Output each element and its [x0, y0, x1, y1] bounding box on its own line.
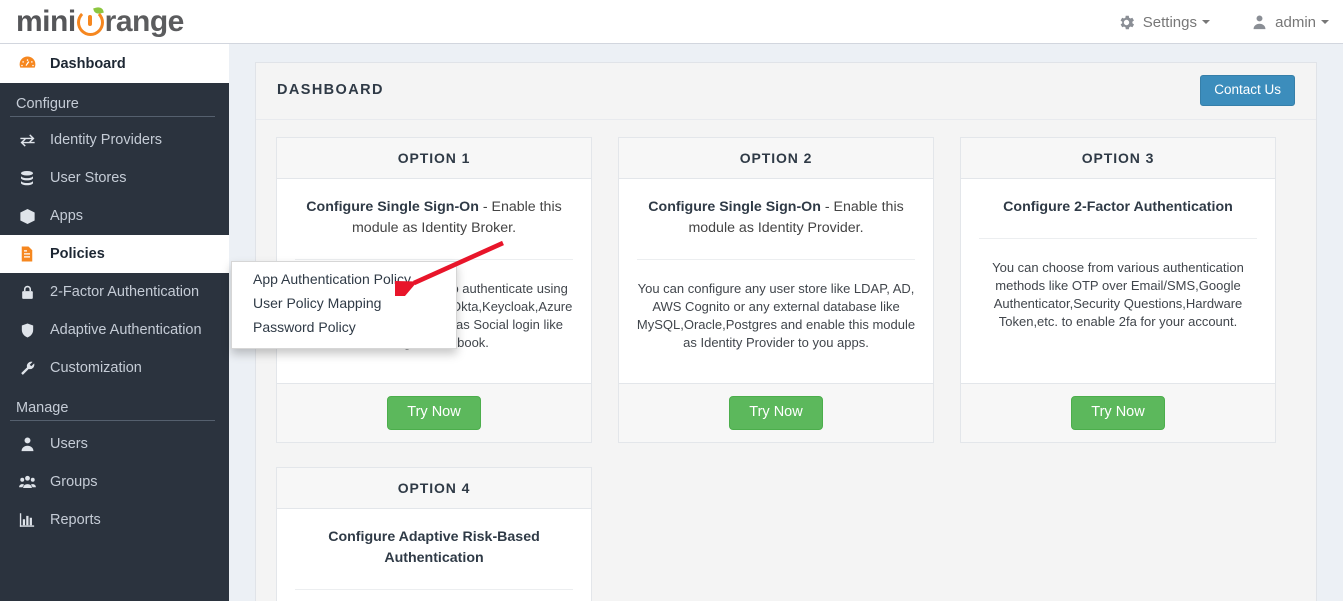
- card-footer: Try Now: [961, 383, 1275, 442]
- sidebar-divider: [10, 420, 215, 421]
- sidebar-item-groups[interactable]: Groups: [0, 463, 229, 501]
- sidebar-item-policies[interactable]: Policies: [0, 235, 229, 273]
- sidebar-section-manage: Manage: [0, 387, 229, 420]
- people-group-icon: [14, 473, 40, 491]
- sidebar-item-user-stores[interactable]: User Stores: [0, 159, 229, 197]
- cube-icon: [14, 207, 40, 226]
- settings-menu[interactable]: Settings: [1117, 0, 1210, 44]
- page-title: DASHBOARD: [277, 82, 384, 98]
- card-title-bold: Configure Single Sign-On: [306, 199, 479, 215]
- option-card: OPTION 2 Configure Single Sign-On - Enab…: [618, 137, 934, 443]
- try-now-button[interactable]: Try Now: [729, 396, 822, 430]
- sidebar-item-label: Customization: [50, 360, 142, 376]
- user-avatar-icon: [1251, 13, 1268, 31]
- menu-item-password-policy[interactable]: Password Policy: [232, 315, 456, 339]
- shield-icon: [14, 321, 40, 340]
- menu-item-app-authentication-policy[interactable]: App Authentication Policy: [232, 267, 456, 291]
- try-now-button[interactable]: Try Now: [1071, 396, 1164, 430]
- user-menu[interactable]: admin: [1251, 0, 1329, 44]
- exchange-arrows-icon: [14, 131, 40, 150]
- card-divider: [979, 238, 1257, 239]
- chevron-down-icon: [1321, 20, 1329, 24]
- sidebar-item-identity-providers[interactable]: Identity Providers: [0, 121, 229, 159]
- sidebar-item-label: 2-Factor Authentication: [50, 284, 199, 300]
- contact-us-button[interactable]: Contact Us: [1200, 75, 1295, 106]
- top-header-bar: mini range Settings admin: [0, 0, 1343, 44]
- sidebar-item-dashboard[interactable]: Dashboard: [0, 44, 229, 83]
- card-title: Configure Adaptive Risk-Based Authentica…: [293, 527, 575, 569]
- card-description: You can choose from various authenticati…: [977, 259, 1259, 331]
- card-footer: Try Now: [277, 383, 591, 442]
- card-divider: [295, 589, 573, 590]
- card-body: Configure 2-Factor Authentication You ca…: [961, 179, 1275, 383]
- sidebar-item-label: User Stores: [50, 170, 127, 186]
- sidebar-item-label: Identity Providers: [50, 132, 162, 148]
- database-icon: [14, 169, 40, 188]
- sidebar-item-label: Groups: [50, 474, 98, 490]
- card-body: Configure Single Sign-On - Enable this m…: [619, 179, 933, 383]
- miniorange-logo[interactable]: mini range: [16, 2, 184, 42]
- sidebar-item-label: Adaptive Authentication: [50, 322, 202, 338]
- card-divider: [637, 259, 915, 260]
- option-card: OPTION 4 Configure Adaptive Risk-Based A…: [276, 467, 592, 601]
- speedometer-icon: [14, 53, 40, 74]
- settings-label: Settings: [1143, 14, 1197, 31]
- person-icon: [14, 435, 40, 453]
- gear-icon: [1117, 13, 1136, 32]
- bar-chart-icon: [14, 511, 40, 529]
- card-title-bold: Configure 2-Factor Authentication: [1003, 199, 1233, 215]
- document-icon: [14, 244, 40, 264]
- sidebar-item-label: Policies: [50, 246, 105, 262]
- sidebar-divider: [10, 116, 215, 117]
- sidebar-item-customization[interactable]: Customization: [0, 349, 229, 387]
- sidebar-item-reports[interactable]: Reports: [0, 501, 229, 539]
- sidebar-item-apps[interactable]: Apps: [0, 197, 229, 235]
- sidebar-section-configure: Configure: [0, 83, 229, 116]
- sidebar-item-label: Users: [50, 436, 88, 452]
- option-card: OPTION 3 Configure 2-Factor Authenticati…: [960, 137, 1276, 443]
- card-header: OPTION 1: [277, 138, 591, 179]
- card-divider: [295, 259, 573, 260]
- card-header: OPTION 4: [277, 468, 591, 509]
- card-body: Configure Adaptive Risk-Based Authentica…: [277, 509, 591, 601]
- logo-text-right: range: [105, 5, 184, 39]
- card-title: Configure Single Sign-On - Enable this m…: [293, 197, 575, 239]
- sidebar-nav: Dashboard Configure Identity Providers U…: [0, 44, 229, 601]
- card-title: Configure Single Sign-On - Enable this m…: [635, 197, 917, 239]
- card-title: Configure 2-Factor Authentication: [977, 197, 1259, 218]
- wrench-icon: [14, 359, 40, 378]
- option-cards-grid: OPTION 1 Configure Single Sign-On - Enab…: [276, 137, 1298, 601]
- sidebar-item-adaptive-authentication[interactable]: Adaptive Authentication: [0, 311, 229, 349]
- sidebar-item-2-factor-authentication[interactable]: 2-Factor Authentication: [0, 273, 229, 311]
- card-description: You can configure any user store like LD…: [635, 280, 917, 352]
- menu-item-user-policy-mapping[interactable]: User Policy Mapping: [232, 291, 456, 315]
- lock-icon: [14, 283, 40, 302]
- sidebar-item-label: Reports: [50, 512, 101, 528]
- card-header: OPTION 2: [619, 138, 933, 179]
- card-header: OPTION 3: [961, 138, 1275, 179]
- orange-compass-icon: [77, 9, 104, 36]
- sidebar-item-label: Dashboard: [50, 56, 126, 72]
- card-footer: Try Now: [619, 383, 933, 442]
- try-now-button[interactable]: Try Now: [387, 396, 480, 430]
- policies-submenu-dropdown: App Authentication Policy User Policy Ma…: [231, 261, 457, 349]
- chevron-down-icon: [1202, 20, 1210, 24]
- user-name-label: admin: [1275, 14, 1316, 31]
- card-title-bold: Configure Adaptive Risk-Based Authentica…: [328, 529, 540, 566]
- logo-text-left: mini: [16, 5, 76, 39]
- sidebar-item-label: Apps: [50, 208, 83, 224]
- sidebar-item-users[interactable]: Users: [0, 425, 229, 463]
- card-title-bold: Configure Single Sign-On: [648, 199, 821, 215]
- panel-header: DASHBOARD Contact Us: [256, 63, 1316, 120]
